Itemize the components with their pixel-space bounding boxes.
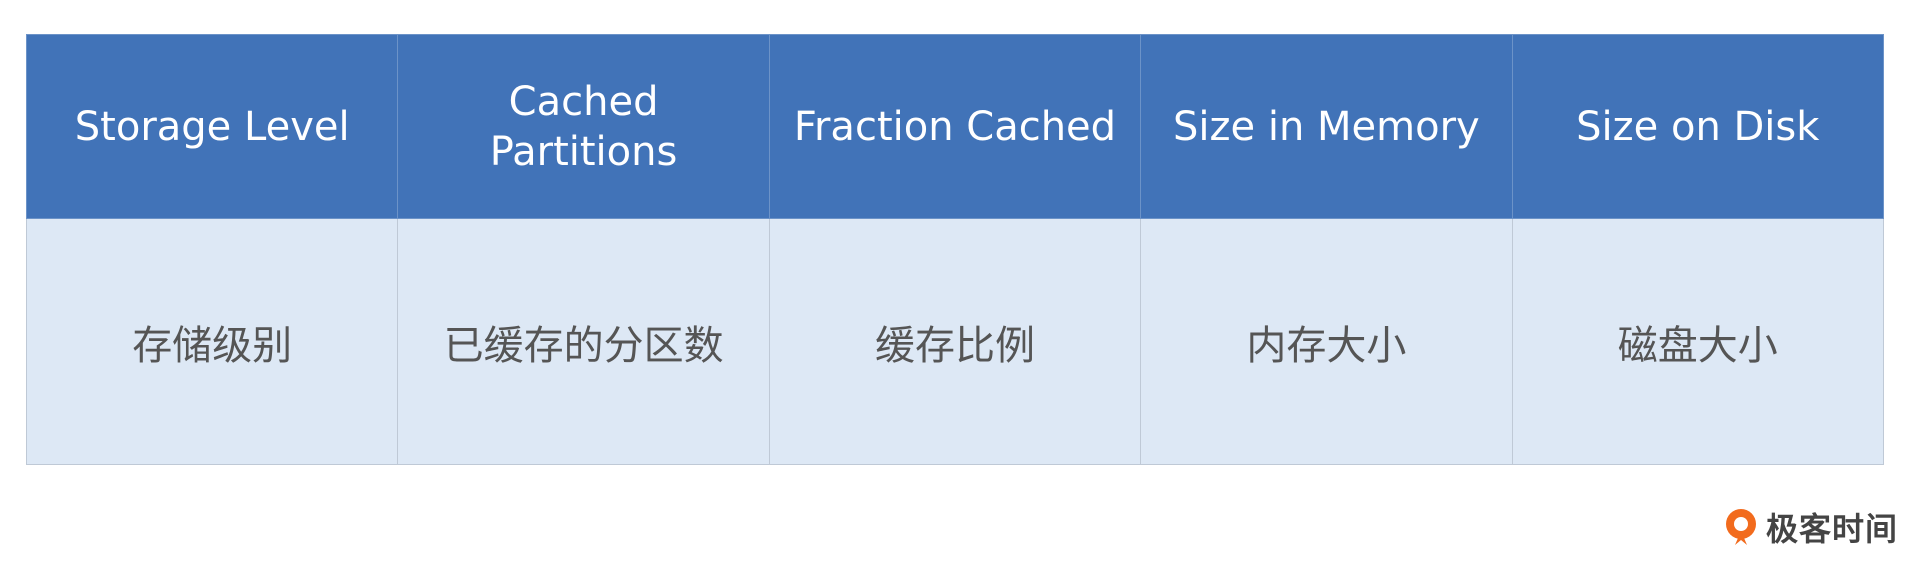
geektime-logo-icon [1726, 509, 1756, 545]
table-cell: 存储级别 [25, 218, 399, 465]
header-label: Fraction Cached [793, 103, 1117, 150]
header-row: Storage Level Cached Partitions Fraction… [25, 34, 1885, 219]
header-cell-size-on-disk: Size on Disk [1511, 34, 1885, 219]
table-cell: 缓存比例 [768, 218, 1142, 465]
header-cell-cached-partitions: Cached Partitions [397, 34, 770, 219]
storage-table: Storage Level Cached Partitions Fraction… [25, 34, 1885, 465]
table-cell: 内存大小 [1140, 218, 1513, 465]
header-cell-fraction-cached: Fraction Cached [768, 34, 1142, 219]
header-label: Size in Memory [1173, 103, 1480, 150]
table-cell: 已缓存的分区数 [397, 218, 770, 465]
header-label: Storage Level [74, 103, 350, 150]
table-header: Storage Level Cached Partitions Fraction… [25, 34, 1885, 219]
brand-name: 极客时间 [1766, 510, 1899, 548]
table-row: 存储级别 已缓存的分区数 缓存比例 内存大小 磁盘大小 [25, 218, 1885, 465]
header-cell-size-in-memory: Size in Memory [1140, 34, 1513, 219]
header-cell-storage-level: Storage Level [25, 34, 399, 219]
header-label: Cached Partitions [489, 78, 678, 175]
table-cell: 磁盘大小 [1511, 218, 1885, 465]
header-label: Size on Disk [1576, 103, 1820, 150]
brand-logo: 极客时间 [1722, 505, 1898, 549]
page: Storage Level Cached Partitions Fraction… [0, 0, 1920, 570]
table-body: 存储级别 已缓存的分区数 缓存比例 内存大小 磁盘大小 [25, 218, 1885, 465]
